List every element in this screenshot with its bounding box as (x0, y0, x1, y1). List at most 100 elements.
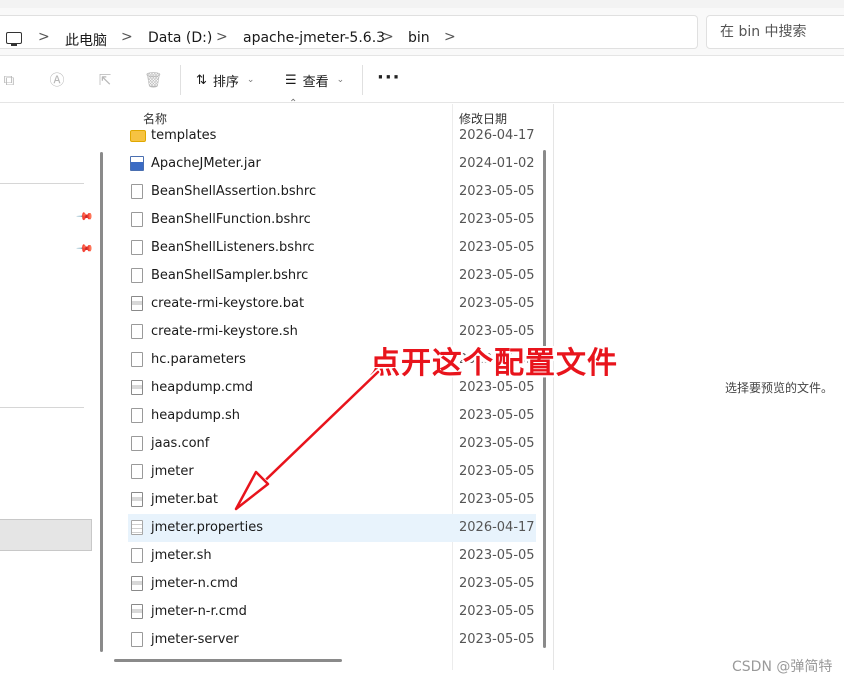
breadcrumb-drive-d[interactable]: Data (D:) (148, 30, 212, 46)
script-file-icon (131, 576, 143, 591)
script-file-icon (131, 492, 143, 507)
file-row[interactable]: heapdump.sh 2023-05-05 1 (128, 402, 538, 430)
share-icon[interactable]: ⇱ (96, 71, 114, 89)
toolbar-divider (180, 65, 181, 95)
file-name: jmeter-n-r.cmd (151, 604, 247, 619)
nav-scrollbar[interactable] (100, 152, 103, 652)
breadcrumb-bin[interactable]: bin (408, 30, 430, 46)
file-row[interactable]: jmeter-n.cmd 2023-05-05 1 (128, 570, 538, 598)
file-row[interactable]: jmeter-server 2023-05-05 1 (128, 626, 538, 654)
file-name: jmeter-n.cmd (151, 576, 239, 591)
preview-pane-divider[interactable] (553, 104, 554, 670)
file-name: heapdump.sh (151, 408, 241, 423)
file-icon (131, 632, 143, 647)
file-name: BeanShellListeners.bshrc (151, 240, 315, 255)
search-input[interactable] (720, 22, 840, 42)
file-name: jmeter.properties (151, 520, 263, 535)
file-name: jmeter-server (151, 632, 239, 647)
file-icon (131, 184, 143, 199)
file-row[interactable]: BeanShellFunction.bshrc 2023-05-05 1 (128, 206, 538, 234)
file-date-modified: 2026-04-17 1 (459, 520, 538, 535)
navigation-pane: 📌 📌 (0, 104, 94, 670)
file-row[interactable]: jmeter 2023-05-05 1 (128, 458, 538, 486)
file-date-modified: 2023-05-05 1 (459, 436, 538, 451)
file-name: BeanShellSampler.bshrc (151, 268, 309, 283)
file-row[interactable]: BeanShellListeners.bshrc 2023-05-05 1 (128, 234, 538, 262)
file-name: hc.parameters (151, 352, 246, 367)
file-date-modified: 2023-05-05 1 (459, 464, 538, 479)
script-file-icon (131, 604, 143, 619)
file-date-modified: 2023-05-05 1 (459, 324, 538, 339)
file-icon (131, 464, 143, 479)
file-name: BeanShellAssertion.bshrc (151, 184, 317, 199)
file-date-modified: 2023-05-05 1 (459, 492, 538, 507)
sort-ascending-icon: ⌃ (289, 98, 298, 109)
view-icon: ☰ (285, 72, 297, 88)
pin-icon[interactable]: 📌 (75, 239, 94, 258)
jar-file-icon (130, 156, 144, 171)
copy-icon[interactable]: ⧉ (0, 71, 18, 89)
script-file-icon (131, 296, 143, 311)
folder-icon (130, 130, 146, 142)
file-row[interactable]: jmeter.sh 2023-05-05 1 (128, 542, 538, 570)
search-box[interactable] (706, 15, 844, 49)
file-icon (131, 548, 143, 563)
breadcrumb-separator[interactable]: > (382, 29, 394, 45)
sort-button[interactable]: ⇅ 排序 ⌄ (196, 69, 254, 91)
file-name: jmeter.sh (151, 548, 212, 563)
pin-icon[interactable]: 📌 (75, 207, 94, 226)
view-button[interactable]: ☰ 查看 ⌄ (285, 69, 344, 91)
delete-icon[interactable]: 🗑 (144, 71, 163, 89)
file-name: ApacheJMeter.jar (151, 156, 261, 171)
rename-icon[interactable]: Ⓐ (48, 71, 66, 89)
file-date-modified: 2023-05-05 1 (459, 240, 538, 255)
breadcrumb-this-pc[interactable]: 此电脑 (65, 30, 107, 50)
file-date-modified: 2023-05-05 1 (459, 268, 538, 283)
file-date-modified: 2026-04-17 1 (459, 128, 538, 143)
file-date-modified: 2023-05-05 1 (459, 212, 538, 227)
file-icon (131, 212, 143, 227)
this-pc-icon[interactable] (6, 32, 22, 46)
file-row[interactable]: jaas.conf 2023-05-05 1 (128, 430, 538, 458)
breadcrumb-jmeter-folder[interactable]: apache-jmeter-5.6.3 (243, 30, 385, 46)
file-row[interactable]: jmeter-n-r.cmd 2023-05-05 1 (128, 598, 538, 626)
file-row[interactable]: jmeter.properties 2026-04-17 1 (128, 514, 538, 542)
breadcrumb-separator[interactable]: > (121, 29, 133, 45)
breadcrumb-separator[interactable]: > (216, 29, 228, 45)
file-icon (131, 352, 143, 367)
breadcrumb[interactable]: > 此电脑 > Data (D:) > apache-jmeter-5.6.3 … (0, 15, 698, 49)
preview-pane-message: 选择要预览的文件。 (725, 381, 834, 395)
nav-divider (0, 407, 84, 408)
file-list-scrollbar[interactable] (543, 150, 546, 648)
text-file-icon (131, 520, 143, 535)
file-row[interactable]: ApacheJMeter.jar 2024-01-02 1 (128, 150, 538, 178)
file-icon (131, 324, 143, 339)
file-date-modified: 2023-05-05 1 (459, 408, 538, 423)
file-name: jaas.conf (151, 436, 210, 451)
more-options-button[interactable]: ··· (377, 67, 401, 88)
file-row[interactable]: BeanShellSampler.bshrc 2023-05-05 1 (128, 262, 538, 290)
file-row[interactable]: BeanShellAssertion.bshrc 2023-05-05 1 (128, 178, 538, 206)
breadcrumb-separator[interactable]: > (444, 29, 456, 45)
file-row[interactable]: templates 2026-04-17 1 (128, 122, 538, 150)
annotation-text: 点开这个配置文件 (370, 346, 618, 381)
nav-divider (0, 183, 84, 184)
horizontal-scrollbar[interactable] (114, 659, 342, 662)
file-date-modified: 2023-05-05 1 (459, 380, 538, 395)
file-list: templates 2026-04-17 1 ApacheJMeter.jar 202… (114, 122, 538, 656)
toolbar-divider (362, 65, 363, 95)
nav-selected-item[interactable] (0, 519, 92, 551)
file-row[interactable]: jmeter.bat 2023-05-05 1 (128, 486, 538, 514)
file-name: create-rmi-keystore.sh (151, 324, 298, 339)
file-name: jmeter (151, 464, 194, 479)
file-name: templates (151, 128, 217, 143)
file-icon (131, 436, 143, 451)
breadcrumb-separator[interactable]: > (38, 29, 50, 45)
chevron-down-icon: ⌄ (246, 75, 255, 85)
title-strip (0, 0, 844, 8)
file-row[interactable]: create-rmi-keystore.bat 2023-05-05 1 (128, 290, 538, 318)
chevron-down-icon: ⌄ (336, 75, 345, 85)
file-date-modified: 2023-05-05 1 (459, 548, 538, 563)
file-name: jmeter.bat (151, 492, 218, 507)
file-date-modified: 2023-05-05 1 (459, 184, 538, 199)
